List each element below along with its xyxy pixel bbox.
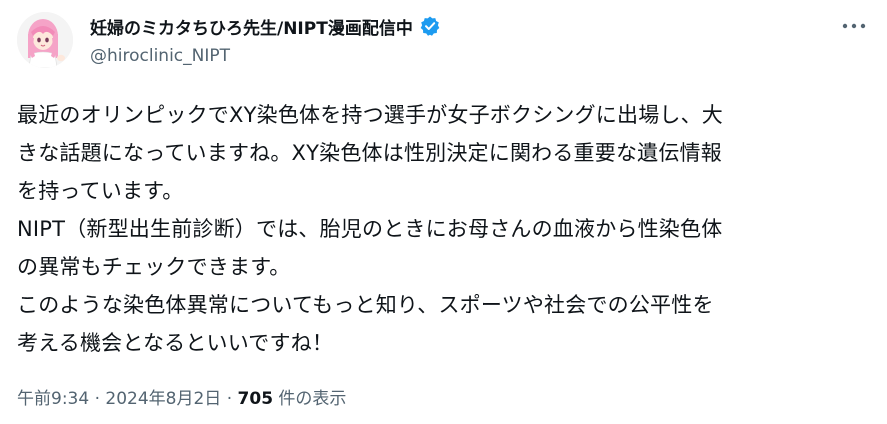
tweet-date: 2024年8月2日: [105, 389, 222, 409]
views-label: 件の表示: [273, 389, 347, 409]
author-header: 妊婦のミカタちひろ先生/NIPT漫画配信中 @hiroclinic_NIPT: [90, 14, 790, 66]
tweet-text-line: 最近のオリンピックでXY染色体を持つ選手が女子ボクシングに出場し、大: [17, 103, 724, 127]
views-count: 705: [237, 389, 274, 409]
tweet-text-line: このような染色体異常についてもっと知り、スポーツや社会での公平性を: [17, 293, 714, 317]
tweet-text-line: 考える機会となるといいですね！: [17, 331, 334, 355]
author-handle[interactable]: @hiroclinic_NIPT: [90, 46, 790, 66]
tweet-text-line: NIPT（新型出生前診断）では、胎児のときにお母さんの血液から性染色体: [17, 217, 723, 241]
tweet-text-line: を持っています。: [17, 179, 184, 203]
verified-badge-icon: [419, 15, 441, 37]
ellipsis-icon: [842, 23, 866, 29]
tweet: 妊婦のミカタちひろ先生/NIPT漫画配信中 @hiroclinic_NIPT 最…: [0, 0, 887, 424]
tweet-text-line: の異常もチェックできます。: [17, 255, 291, 279]
anime-doctor-avatar-icon: [17, 12, 73, 68]
tweet-time: 午前9:34: [17, 389, 90, 409]
tweet-text-line: きな話題になっていますね。XY染色体は性別決定に関わる重要な遺伝情報: [17, 141, 722, 165]
meta-separator: ·: [89, 389, 106, 409]
author-avatar[interactable]: [17, 12, 73, 68]
author-display-name[interactable]: 妊婦のミカタちひろ先生/NIPT漫画配信中: [90, 14, 413, 39]
tweet-text: 最近のオリンピックでXY染色体を持つ選手が女子ボクシングに出場し、大 きな話題に…: [17, 96, 872, 362]
tweet-timestamp-link[interactable]: 午前9:34 · 2024年8月2日: [17, 389, 221, 409]
tweet-meta: 午前9:34 · 2024年8月2日 · 705 件の表示: [17, 384, 346, 409]
more-options-button[interactable]: [836, 14, 872, 38]
meta-separator: ·: [221, 389, 238, 409]
author-name-row: 妊婦のミカタちひろ先生/NIPT漫画配信中: [90, 14, 790, 39]
